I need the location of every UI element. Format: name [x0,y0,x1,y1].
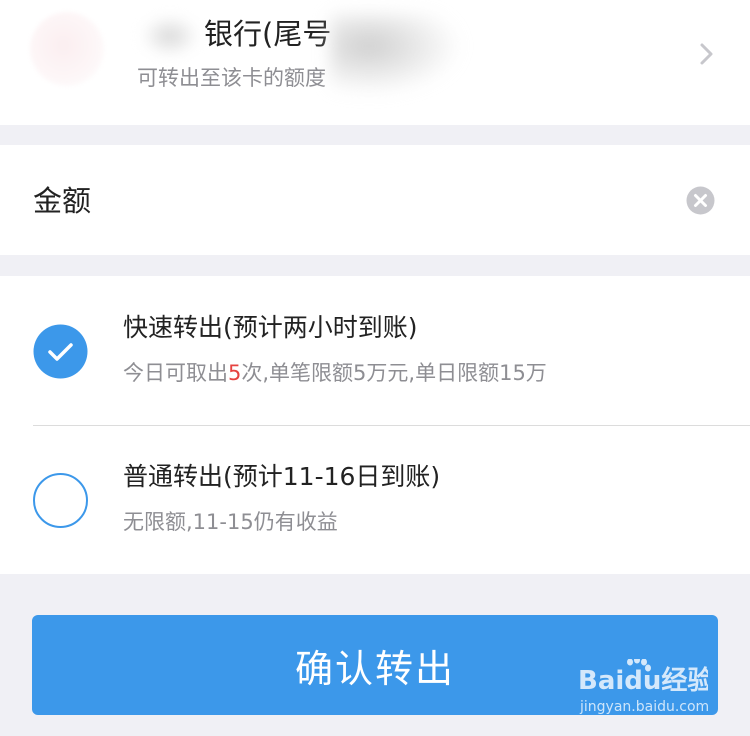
bank-name: 银行(尾号 [204,17,332,51]
remaining-count: 5 [228,361,242,385]
option-normal-transfer[interactable]: 普通转出(预计11-16日到账) 无限额,11-15仍有收益 [0,425,750,574]
chevron-right-icon[interactable] [692,40,720,68]
bank-logo [30,12,104,86]
baidu-paw-logo: Baidu经验 [578,659,708,696]
clear-icon[interactable] [686,186,715,215]
baidu-jingyan-watermark: Baidu经验 jingyan.baidu.com [578,655,728,725]
option-fast-desc-pre: 今日可取出 [123,361,228,385]
bank-card-selector[interactable]: 银行(尾号 可转出至该卡的额度 [0,0,750,125]
watermark-brand: Baidu经验 [578,665,708,696]
bank-limit-text: 可转出至该卡的额度 [137,66,326,90]
transfer-out-page: 银行(尾号 可转出至该卡的额度 金额 快速转出(预计两小时到账) 今日可取出5次… [0,0,750,736]
option-normal-desc: 无限额,11-15仍有收益 [123,510,338,534]
radio-unchecked-icon[interactable] [33,473,88,528]
blurred-bank-prefix [142,16,198,56]
amount-input[interactable] [120,175,660,225]
amount-row: 金额 [0,145,750,255]
option-fast-title: 快速转出(预计两小时到账) [123,313,418,342]
option-fast-desc-post: 次,单笔限额5万元,单日限额15万 [241,361,547,385]
option-fast-transfer[interactable]: 快速转出(预计两小时到账) 今日可取出5次,单笔限额5万元,单日限额15万 [0,276,750,425]
radio-checked-icon[interactable] [33,324,88,379]
watermark-url: jingyan.baidu.com [580,699,710,715]
amount-label: 金额 [33,184,92,218]
option-fast-desc: 今日可取出5次,单笔限额5万元,单日限额15万 [123,356,547,390]
transfer-options: 快速转出(预计两小时到账) 今日可取出5次,单笔限额5万元,单日限额15万 普通… [0,276,750,574]
blurred-card-number [330,14,460,94]
option-normal-title: 普通转出(预计11-16日到账) [123,462,441,491]
